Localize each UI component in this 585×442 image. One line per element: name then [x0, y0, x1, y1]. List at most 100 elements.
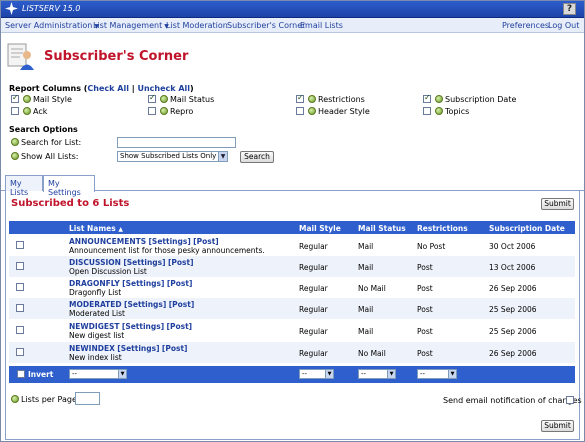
- list-settings-link[interactable]: [Settings]: [117, 344, 159, 353]
- send-email-checkbox[interactable]: [566, 396, 574, 404]
- info-icon[interactable]: [11, 395, 19, 403]
- table-row: NEWDIGEST [Settings] [Post] New digest l…: [9, 320, 575, 341]
- row-select-checkbox[interactable]: [16, 348, 24, 356]
- list-post-link[interactable]: [Post]: [193, 237, 219, 246]
- restrictions-cell: Post: [417, 284, 433, 293]
- menu-subscribers-corner[interactable]: Subscriber's Corner: [227, 21, 305, 30]
- uncheck-all-link[interactable]: Uncheck All: [137, 84, 190, 93]
- menu-label: Server Administration: [5, 21, 93, 30]
- subscribed-count-title: Subscribed to 6 Lists: [11, 198, 130, 209]
- repro-checkbox[interactable]: [148, 107, 156, 115]
- search-for-list-label: Search for List:: [21, 138, 82, 147]
- mail-style-cell: Regular: [299, 349, 328, 358]
- list-settings-link[interactable]: [Settings]: [122, 279, 164, 288]
- repro-label: Repro: [170, 107, 194, 116]
- lists-per-page-input[interactable]: [75, 392, 100, 405]
- list-post-link[interactable]: [Post]: [167, 322, 193, 331]
- menu-log-out[interactable]: Log Out: [548, 21, 579, 30]
- header-style-checkbox[interactable]: [296, 107, 304, 115]
- page-title: Subscriber's Corner: [44, 49, 189, 64]
- mail-style-checkbox[interactable]: [11, 93, 19, 103]
- table-row: DISCUSSION [Settings] [Post] Open Discus…: [9, 256, 575, 277]
- subscription-date-cell: 13 Oct 2006: [489, 263, 536, 272]
- list-name-link[interactable]: MODERATED: [69, 300, 122, 309]
- info-icon[interactable]: [435, 95, 443, 103]
- menu-list-management[interactable]: List Management ▼: [93, 21, 169, 30]
- select-value: --: [420, 370, 426, 378]
- info-icon[interactable]: [23, 107, 31, 115]
- list-post-link[interactable]: [Post]: [169, 300, 195, 309]
- mail-status-checkbox[interactable]: [148, 93, 156, 103]
- mail-status-cell: Mail: [358, 327, 374, 336]
- listserv-logo-icon: [5, 2, 18, 15]
- info-icon[interactable]: [11, 152, 19, 160]
- info-icon[interactable]: [308, 95, 316, 103]
- list-name-link[interactable]: DISCUSSION: [69, 258, 121, 267]
- invert-checkbox[interactable]: [17, 370, 25, 378]
- row-select-checkbox[interactable]: [16, 304, 24, 312]
- row-select-checkbox[interactable]: [16, 326, 24, 334]
- mail-style-column-select[interactable]: -- ▼: [299, 369, 334, 379]
- check-all-link[interactable]: Check All: [87, 84, 129, 93]
- list-description: New index list: [69, 353, 122, 362]
- send-email-label: Send email notification of changes: [443, 396, 582, 405]
- tab-my-lists[interactable]: My Lists: [5, 175, 43, 197]
- list-title-cell: NEWDIGEST [Settings] [Post]: [69, 322, 192, 331]
- list-settings-link[interactable]: [Settings]: [122, 322, 164, 331]
- list-name-link[interactable]: ANNOUNCEMENTS: [69, 237, 146, 246]
- info-icon[interactable]: [308, 107, 316, 115]
- chevron-down-icon: ▼: [325, 370, 333, 378]
- help-button[interactable]: ?: [563, 3, 576, 15]
- show-all-lists-label: Show All Lists:: [21, 152, 79, 161]
- mail-style-cell: Regular: [299, 242, 328, 251]
- chevron-down-icon: ▼: [448, 370, 456, 378]
- list-settings-link[interactable]: [Settings]: [149, 237, 191, 246]
- submit-button-top[interactable]: Submit: [541, 198, 574, 210]
- topics-checkbox[interactable]: [423, 107, 431, 115]
- info-icon[interactable]: [11, 138, 19, 146]
- submit-button-bottom[interactable]: Submit: [541, 420, 574, 432]
- header-label: List Names: [69, 224, 116, 233]
- list-name-link[interactable]: DRAGONFLY: [69, 279, 120, 288]
- list-post-link[interactable]: [Post]: [168, 258, 194, 267]
- row-select-checkbox[interactable]: [16, 241, 24, 249]
- subscription-date-cell: 26 Sep 2006: [489, 284, 537, 293]
- show-lists-select[interactable]: Show Subscribed Lists Only ▼: [117, 151, 228, 162]
- mail-status-column-select[interactable]: -- ▼: [358, 369, 396, 379]
- row-select-checkbox[interactable]: [16, 283, 24, 291]
- row-select-checkbox[interactable]: [16, 262, 24, 270]
- column-mail-style: Mail Style: [299, 224, 341, 233]
- search-button[interactable]: Search: [240, 151, 274, 163]
- list-post-link[interactable]: [Post]: [167, 279, 193, 288]
- restrictions-column-select[interactable]: -- ▼: [417, 369, 457, 379]
- info-icon[interactable]: [160, 107, 168, 115]
- list-settings-link[interactable]: [Settings]: [123, 258, 165, 267]
- info-icon[interactable]: [23, 95, 31, 103]
- mail-style-cell: Regular: [299, 263, 328, 272]
- restrictions-cell: Post: [417, 305, 433, 314]
- list-name-link[interactable]: NEWINDEX: [69, 344, 115, 353]
- ack-label: Ack: [33, 107, 48, 116]
- mail-status-cell: Mail: [358, 263, 374, 272]
- menu-server-administration[interactable]: Server Administration ▼: [5, 21, 99, 30]
- menu-list-moderation[interactable]: List Moderation: [166, 21, 228, 30]
- mail-status-cell: Mail: [358, 305, 374, 314]
- list-name-link[interactable]: NEWDIGEST: [69, 322, 120, 331]
- column-list-names[interactable]: List Names ▲: [69, 224, 123, 233]
- menu-preferences[interactable]: Preferences: [502, 21, 549, 30]
- menu-bar: Server Administration ▼ List Management ▼ …: [0, 18, 585, 33]
- menu-email-lists[interactable]: Email Lists: [300, 21, 343, 30]
- info-icon[interactable]: [435, 107, 443, 115]
- restrictions-cell: Post: [417, 349, 433, 358]
- list-post-link[interactable]: [Post]: [162, 344, 188, 353]
- restrictions-checkbox[interactable]: [296, 93, 304, 103]
- ack-checkbox[interactable]: [11, 107, 19, 115]
- info-icon[interactable]: [160, 95, 168, 103]
- title-bar: [0, 0, 585, 18]
- subscription-date-checkbox[interactable]: [423, 93, 431, 103]
- lists-per-page-label: Lists per Page:: [21, 395, 80, 404]
- list-settings-link[interactable]: [Settings]: [124, 300, 166, 309]
- mail-style-bulk-select[interactable]: -- ▼: [69, 369, 127, 379]
- link-separator: |: [131, 84, 135, 93]
- search-list-input[interactable]: [117, 137, 236, 148]
